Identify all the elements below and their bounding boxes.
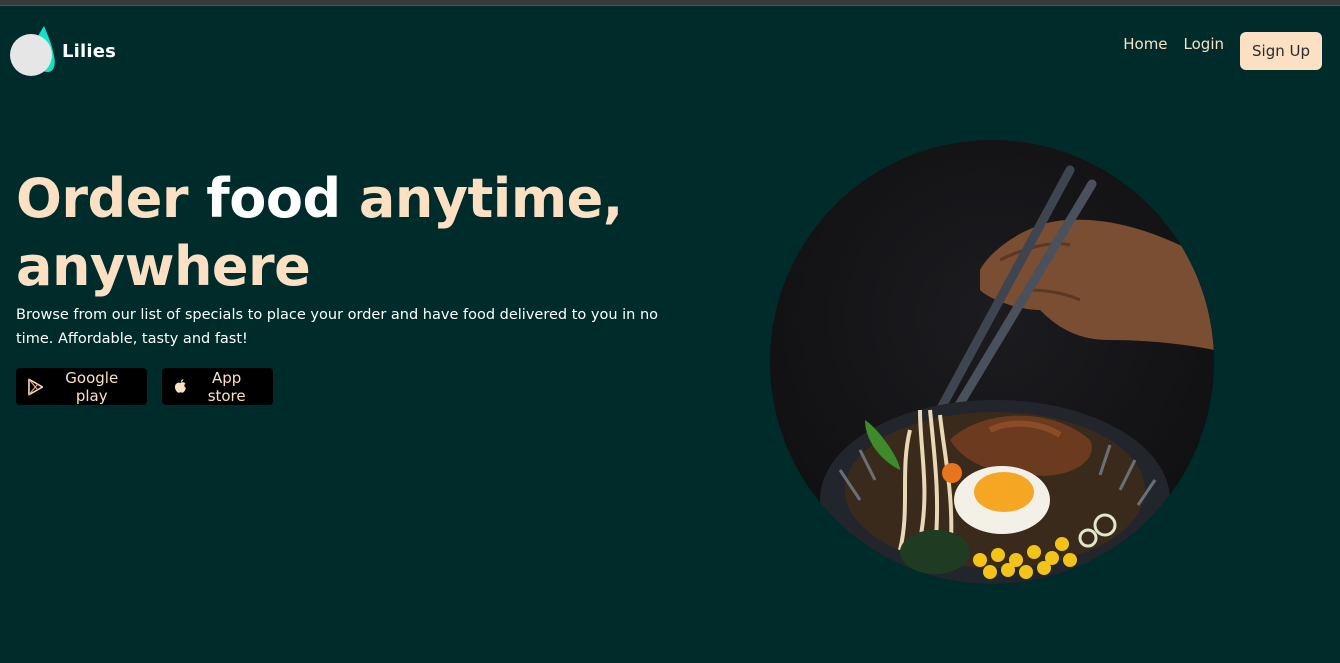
hero-title: Order food anytime, anywhere	[16, 165, 636, 301]
google-play-label: Google play	[65, 368, 119, 405]
food-image	[770, 140, 1214, 584]
brand-name: Lilies	[62, 40, 117, 62]
nav-login-link[interactable]: Login	[1184, 35, 1224, 53]
lilies-logo-icon	[10, 26, 55, 76]
hero-title-highlight: food	[206, 167, 341, 230]
apple-icon	[174, 379, 186, 393]
store-buttons: Google play App store	[16, 368, 273, 405]
signup-button[interactable]: Sign Up	[1240, 32, 1322, 70]
ramen-bowl-illustration	[770, 140, 1214, 584]
main-nav: Home Login Sign Up	[1123, 32, 1322, 70]
nav-home-link[interactable]: Home	[1123, 35, 1167, 53]
hero-title-part1: Order	[16, 167, 207, 230]
google-play-button[interactable]: Google play	[16, 368, 147, 405]
app-store-label: App store	[207, 368, 246, 405]
browser-top-strip	[0, 0, 1340, 6]
google-play-icon	[28, 377, 44, 396]
hero-description: Browse from our list of specials to plac…	[16, 307, 659, 347]
app-store-button[interactable]: App store	[162, 368, 273, 405]
brand-link[interactable]: Lilies	[10, 24, 116, 76]
